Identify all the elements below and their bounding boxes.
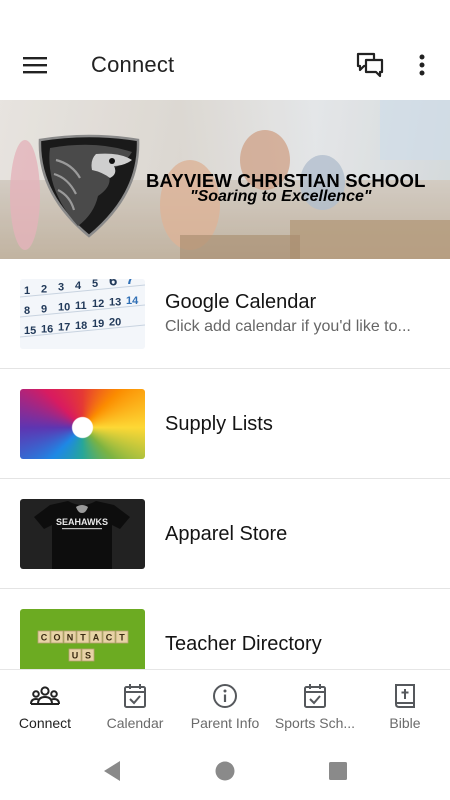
chat-bubbles-icon — [356, 52, 384, 78]
calendar-date-number: 9 — [41, 303, 47, 315]
calendar-date-number: 17 — [58, 322, 70, 334]
more-vertical-icon — [419, 54, 425, 76]
tab-label: Parent Info — [190, 715, 260, 731]
calendar-date-number: 7 — [126, 279, 134, 288]
tab-sports-schedule[interactable]: Sports Sch... — [270, 670, 360, 742]
calendar-date-number: 11 — [75, 300, 87, 312]
tab-connect[interactable]: Connect — [0, 670, 90, 742]
calendar-date-number: 20 — [109, 317, 121, 329]
tab-parent-info[interactable]: Parent Info — [180, 670, 270, 742]
letter-tile-text: T — [80, 633, 86, 643]
hawk-shield-logo — [38, 134, 140, 238]
calendar-date-number: 2 — [41, 283, 47, 295]
more-options-button[interactable] — [408, 50, 436, 80]
school-motto: "Soaring to Excellence" — [190, 188, 372, 205]
recents-square-icon — [329, 762, 347, 780]
calendar-date-number: 13 — [109, 297, 121, 309]
letter-tile-text: C — [41, 633, 48, 643]
hamburger-menu-icon — [23, 57, 47, 74]
system-navigation-bar — [0, 741, 450, 800]
calendar-check-icon — [300, 682, 330, 710]
letter-tile-text: C — [106, 633, 113, 643]
calendar-date-number: 8 — [24, 305, 30, 317]
calendar-date-number: 5 — [92, 279, 98, 290]
letter-tile-text: T — [119, 633, 125, 643]
list-item-title: Apparel Store — [165, 523, 288, 545]
calendar-date-number: 10 — [58, 302, 70, 314]
calendar-grid: 1 2 3 4 5 6 78 9 10 11 12 13 1415 16 17 18 19 20 — [20, 279, 145, 349]
calendar-date-number: 14 — [126, 295, 139, 307]
tab-label: Calendar — [106, 715, 164, 731]
calendar-check-icon — [120, 682, 150, 710]
home-circle-icon — [215, 761, 235, 781]
status-bar — [0, 0, 450, 30]
list-item-teacher-directory[interactable]: CONTACT US Teacher Directory — [0, 589, 450, 669]
list-item-subtitle: Click add calendar if you'd like to... — [165, 318, 411, 335]
letter-tile-text: A — [93, 633, 100, 643]
system-recents-button[interactable] — [325, 758, 351, 784]
contact-us-tiles-thumbnail: CONTACT US — [20, 609, 145, 669]
tab-label: Sports Sch... — [274, 715, 356, 731]
menu-button[interactable] — [16, 51, 54, 79]
letter-tile-text: S — [85, 651, 91, 661]
tab-label: Bible — [389, 715, 421, 731]
letter-tile-text: U — [72, 651, 79, 661]
colored-pencils-thumbnail — [20, 389, 145, 459]
calendar-date-number: 4 — [75, 280, 82, 292]
calendar-date-number: 16 — [41, 323, 53, 335]
back-triangle-icon — [104, 761, 120, 781]
tab-label: Connect — [18, 715, 72, 731]
group-people-icon — [30, 682, 60, 710]
calendar-date-number: 3 — [58, 282, 64, 294]
app-bar: Connect — [0, 30, 450, 100]
list-item-apparel-store[interactable]: SEAHAWKS Apparel Store — [0, 479, 450, 589]
system-home-button[interactable] — [212, 758, 238, 784]
list-item-google-calendar[interactable]: 1 2 3 4 5 6 7 8 9 10 11 12 13 14 15 16 17 18 19 20 Google C… — [0, 259, 450, 369]
calendar-date-number: 1 — [24, 285, 30, 297]
list-item-title: Supply Lists — [165, 413, 273, 435]
calendar-date-number: 12 — [92, 298, 104, 310]
system-back-button[interactable] — [99, 758, 125, 784]
contact-tiles: CONTACT US — [37, 630, 129, 662]
shirt-graphic: SEAHAWKS — [34, 501, 130, 569]
bottom-navigation: Connect Calendar Parent Info Sports Sch.… — [0, 669, 450, 741]
shirt-text: SEAHAWKS — [56, 517, 108, 527]
tab-bible[interactable]: Bible — [360, 670, 450, 742]
seahawks-shirt-thumbnail: SEAHAWKS — [20, 499, 145, 569]
calendar-thumbnail: 1 2 3 4 5 6 7 8 9 10 11 12 13 14 15 16 17 18 19 20 — [20, 279, 145, 349]
calendar-date-number: 19 — [92, 318, 104, 330]
list-item-title: Google Calendar — [165, 291, 317, 313]
info-circle-icon — [210, 682, 240, 710]
letter-tile-text: O — [53, 633, 60, 643]
bible-book-icon — [390, 682, 420, 710]
chat-button[interactable] — [352, 50, 388, 80]
connect-list: 1 2 3 4 5 6 7 8 9 10 11 12 13 14 15 16 17 18 19 20 Google C… — [0, 259, 450, 669]
list-item-supply-lists[interactable]: Supply Lists — [0, 369, 450, 479]
page-title: Connect — [91, 52, 175, 77]
letter-tile-text: N — [67, 633, 74, 643]
list-item-title: Teacher Directory — [165, 633, 322, 655]
calendar-date-number: 6 — [109, 279, 117, 290]
school-banner: BAYVIEW CHRISTIAN SCHOOL "Soaring to Exc… — [0, 100, 450, 259]
tab-calendar[interactable]: Calendar — [90, 670, 180, 742]
calendar-date-number: 15 — [24, 325, 36, 337]
calendar-date-number: 18 — [75, 320, 87, 332]
